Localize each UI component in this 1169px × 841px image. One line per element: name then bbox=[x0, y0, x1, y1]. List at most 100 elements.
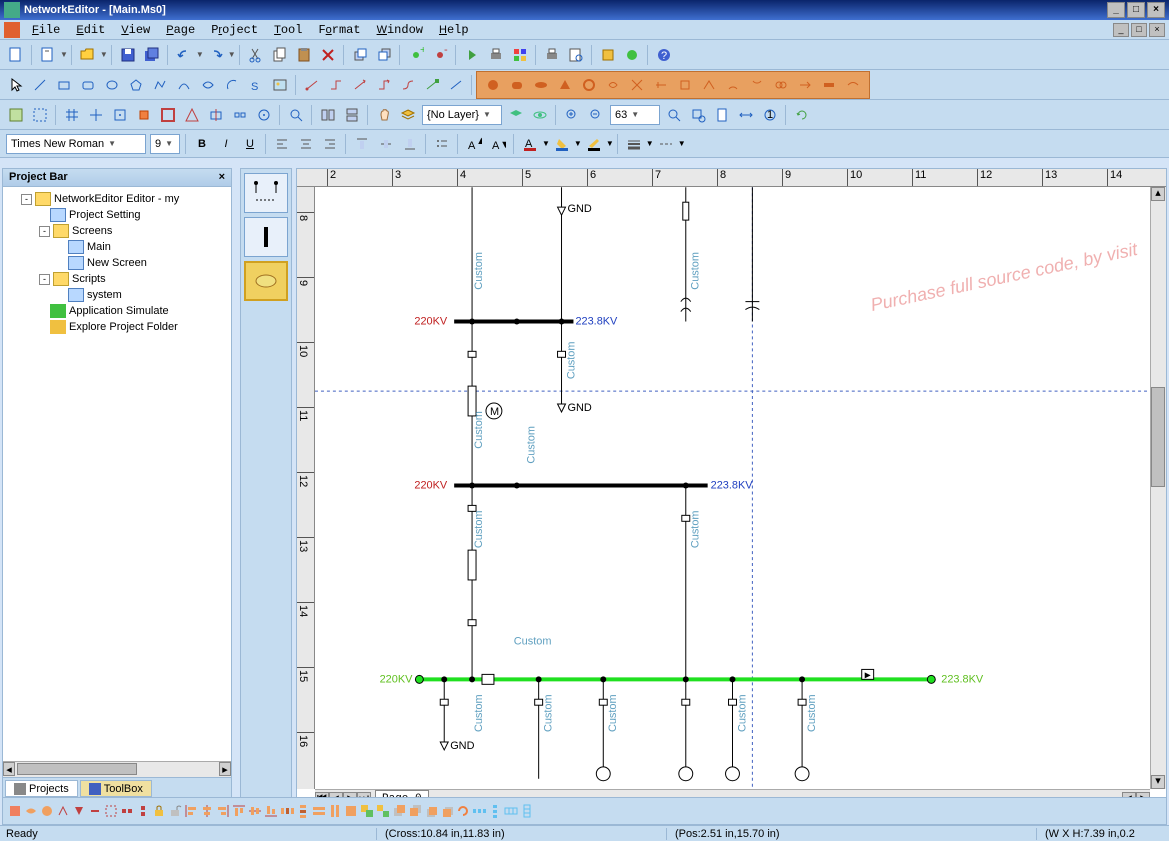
bt-front[interactable] bbox=[391, 803, 407, 819]
bt-space-h[interactable] bbox=[471, 803, 487, 819]
zoom-out[interactable] bbox=[585, 104, 607, 126]
mdi-close-button[interactable]: × bbox=[1149, 23, 1165, 37]
menu-edit[interactable]: Edit bbox=[68, 21, 113, 39]
anchor-add-button[interactable]: + bbox=[405, 44, 427, 66]
bt-6[interactable] bbox=[87, 803, 103, 819]
print2-button[interactable] bbox=[541, 44, 563, 66]
open-button[interactable] bbox=[77, 44, 99, 66]
shape3d-11[interactable] bbox=[722, 74, 744, 96]
send-back-button[interactable] bbox=[373, 44, 395, 66]
polyline-tool[interactable] bbox=[149, 74, 171, 96]
tree-item-screens[interactable]: -Screens bbox=[7, 223, 227, 239]
mdi-minimize-button[interactable]: _ bbox=[1113, 23, 1129, 37]
select-tool[interactable] bbox=[5, 74, 27, 96]
bt-align-m[interactable] bbox=[247, 803, 263, 819]
shape3d-12[interactable] bbox=[746, 74, 768, 96]
valign-bot[interactable] bbox=[399, 133, 421, 155]
layer-vis[interactable] bbox=[529, 104, 551, 126]
bt-7[interactable] bbox=[103, 803, 119, 819]
snap-5[interactable] bbox=[181, 104, 203, 126]
connector3-tool[interactable] bbox=[349, 74, 371, 96]
bt-align-c[interactable] bbox=[199, 803, 215, 819]
image-tool[interactable] bbox=[269, 74, 291, 96]
text-tool[interactable]: S bbox=[245, 74, 267, 96]
arc-tool[interactable] bbox=[221, 74, 243, 96]
shape3d-10[interactable] bbox=[698, 74, 720, 96]
save-all-button[interactable] bbox=[141, 44, 163, 66]
target-tool[interactable] bbox=[253, 104, 275, 126]
line-style[interactable] bbox=[623, 133, 645, 155]
preview-button[interactable] bbox=[565, 44, 587, 66]
shape3d-15[interactable] bbox=[818, 74, 840, 96]
bt-unlock[interactable] bbox=[167, 803, 183, 819]
zoom-sel[interactable] bbox=[687, 104, 709, 126]
bt-align-r[interactable] bbox=[215, 803, 231, 819]
shape3d-14[interactable] bbox=[794, 74, 816, 96]
shape3d-5[interactable] bbox=[578, 74, 600, 96]
project-tree[interactable]: - NetworkEditor Editor - my Project Sett… bbox=[3, 187, 231, 761]
connector1-tool[interactable] bbox=[301, 74, 323, 96]
menu-format[interactable]: Format bbox=[310, 21, 368, 39]
bt-group[interactable] bbox=[359, 803, 375, 819]
bt-size-w[interactable] bbox=[311, 803, 327, 819]
menu-window[interactable]: Window bbox=[369, 21, 431, 39]
bt-3[interactable] bbox=[39, 803, 55, 819]
sidebar-hscroll[interactable]: ◂ ▸ bbox=[3, 761, 231, 777]
zoom-tool[interactable] bbox=[285, 104, 307, 126]
polygon-tool[interactable] bbox=[125, 74, 147, 96]
bt-grid-v[interactable] bbox=[519, 803, 535, 819]
shape3d-1[interactable] bbox=[482, 74, 504, 96]
menu-page[interactable]: Page bbox=[158, 21, 203, 39]
font-dec[interactable]: A▼ bbox=[487, 133, 509, 155]
layout-1[interactable] bbox=[5, 104, 27, 126]
curve-tool[interactable] bbox=[173, 74, 195, 96]
connector5-tool[interactable] bbox=[397, 74, 419, 96]
bt-8[interactable] bbox=[119, 803, 135, 819]
menu-view[interactable]: View bbox=[113, 21, 158, 39]
connector7-tool[interactable] bbox=[445, 74, 467, 96]
menu-project[interactable]: Project bbox=[203, 21, 266, 39]
help-button[interactable]: ? bbox=[653, 44, 675, 66]
palette-item-2[interactable] bbox=[244, 217, 288, 257]
bt-align-t[interactable] bbox=[231, 803, 247, 819]
align-1[interactable] bbox=[317, 104, 339, 126]
bt-size-h[interactable] bbox=[327, 803, 343, 819]
bullets-button[interactable] bbox=[431, 133, 453, 155]
bt-align-b[interactable] bbox=[263, 803, 279, 819]
copy-button[interactable] bbox=[269, 44, 291, 66]
cut-button[interactable] bbox=[245, 44, 267, 66]
new-button[interactable] bbox=[5, 44, 27, 66]
grid-button[interactable] bbox=[509, 44, 531, 66]
zoom-fit[interactable] bbox=[663, 104, 685, 126]
zoom-combo[interactable]: 63▼ bbox=[610, 105, 660, 125]
align-left[interactable] bbox=[271, 133, 293, 155]
layer-mgr[interactable] bbox=[505, 104, 527, 126]
bt-lock[interactable] bbox=[151, 803, 167, 819]
bt-space-v[interactable] bbox=[487, 803, 503, 819]
shape3d-16[interactable] bbox=[842, 74, 864, 96]
new-page-button[interactable] bbox=[37, 44, 59, 66]
bt-9[interactable] bbox=[135, 803, 151, 819]
tool-a-button[interactable] bbox=[597, 44, 619, 66]
align-2[interactable] bbox=[341, 104, 363, 126]
tree-item-explore[interactable]: Explore Project Folder bbox=[7, 319, 227, 335]
connector2-tool[interactable] bbox=[325, 74, 347, 96]
tree-item-scripts[interactable]: -Scripts bbox=[7, 271, 227, 287]
italic-button[interactable]: I bbox=[215, 133, 237, 155]
save-button[interactable] bbox=[117, 44, 139, 66]
bt-1[interactable] bbox=[7, 803, 23, 819]
tree-item-project-setting[interactable]: Project Setting bbox=[7, 207, 227, 223]
tab-projects[interactable]: Projects bbox=[5, 780, 78, 797]
line-color[interactable] bbox=[583, 133, 605, 155]
shape3d-3[interactable] bbox=[530, 74, 552, 96]
snap-6[interactable] bbox=[205, 104, 227, 126]
maximize-button[interactable]: □ bbox=[1127, 2, 1145, 18]
paste-button[interactable] bbox=[293, 44, 315, 66]
pan-tool[interactable] bbox=[373, 104, 395, 126]
snap-3[interactable] bbox=[133, 104, 155, 126]
canvas[interactable]: Purchase full source code, by visit GND … bbox=[315, 187, 1150, 789]
valign-mid[interactable] bbox=[375, 133, 397, 155]
tree-item-system[interactable]: system bbox=[7, 287, 227, 303]
tree-item-new-screen[interactable]: New Screen bbox=[7, 255, 227, 271]
font-inc[interactable]: A▲ bbox=[463, 133, 485, 155]
